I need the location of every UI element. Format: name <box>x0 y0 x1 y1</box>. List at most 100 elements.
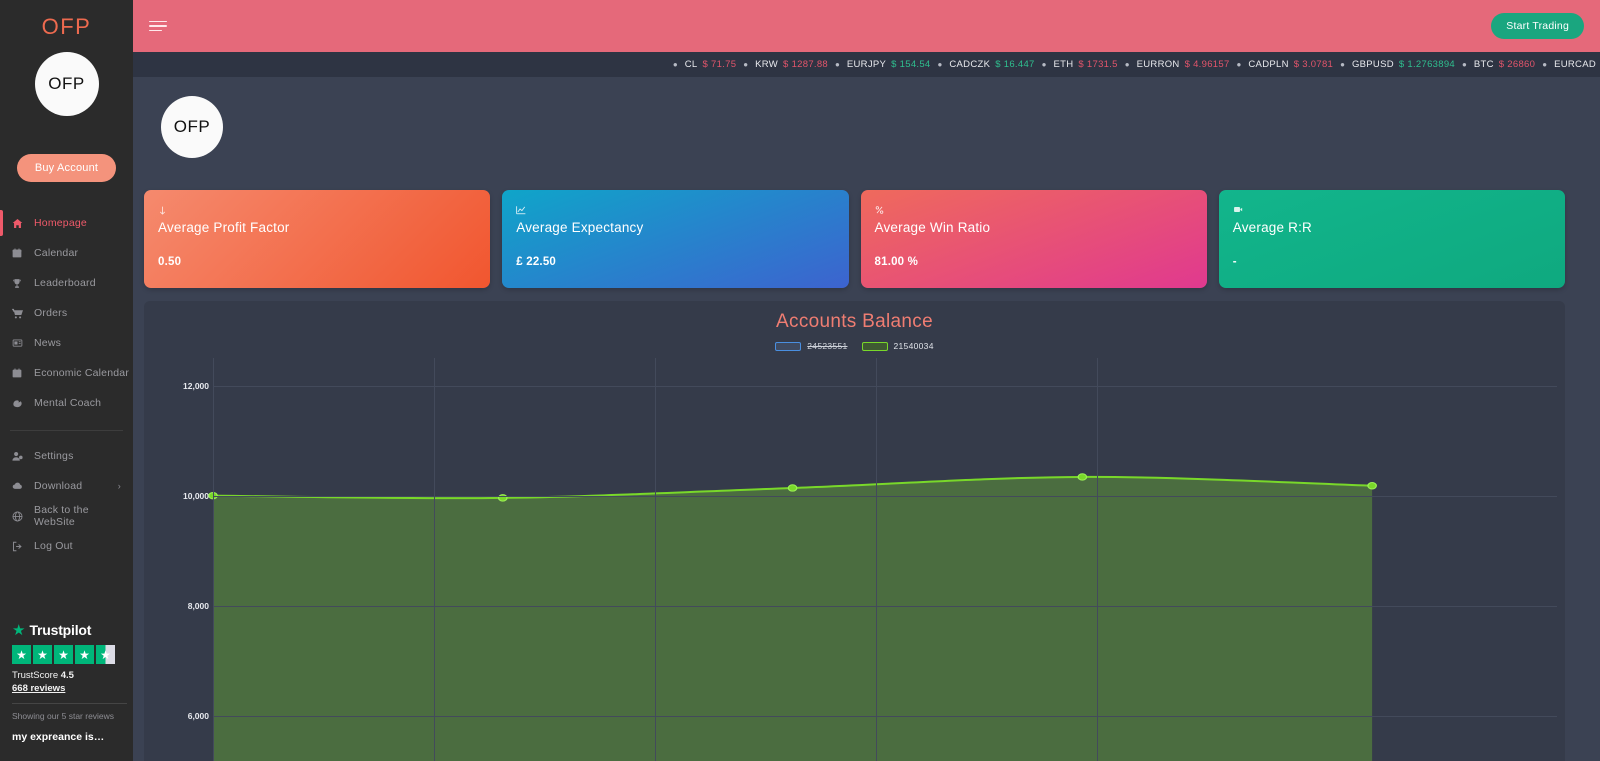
star-icon: ★ <box>12 621 26 639</box>
chart-data-point[interactable] <box>1367 482 1377 490</box>
ticker-item[interactable]: ● EURRON $ 4.96157 <box>1118 59 1230 70</box>
news-icon <box>12 338 28 348</box>
ticker-symbol: CL <box>684 59 698 70</box>
chart-data-point[interactable] <box>1077 473 1088 481</box>
page-avatar: OFP <box>161 96 223 158</box>
ticker-symbol: EURJPY <box>846 59 887 70</box>
calendar-icon <box>12 368 28 378</box>
trustpilot-showing: Showing our 5 star reviews <box>12 711 115 721</box>
legend-item[interactable]: 21540034 <box>861 341 934 351</box>
app-root: OFP OFP Buy Account Homepage Calendar Le… <box>0 0 1600 761</box>
star-icon: ★ <box>75 645 94 664</box>
ticker-item[interactable]: ● EURCAD <box>1535 59 1596 70</box>
calendar-icon <box>12 248 28 258</box>
ticker-item[interactable]: ● EURJPY $ 154.54 <box>828 59 931 70</box>
trustpilot-score: TrustScore 4.5 <box>12 670 127 681</box>
y-axis-tick-label: 10,000 <box>183 490 209 501</box>
kpi-card-value: £ 22.50 <box>516 256 557 268</box>
ticker-value: $ 4.96157 <box>1184 59 1230 70</box>
sidebar-divider <box>10 430 123 431</box>
sidebar-item-log-out[interactable]: Log Out <box>0 531 133 561</box>
market-ticker[interactable]: ● CL $ 71.75 ● KRW $ 1287.88 ● EURJPY $ 154.54 ● C… <box>133 52 1600 77</box>
ticker-value: $ 1287.88 <box>783 59 829 70</box>
grid-line-vertical <box>213 358 214 761</box>
chevron-right-icon[interactable]: › <box>118 481 121 491</box>
kpi-card-average-rr[interactable]: Average R:R - <box>1218 190 1565 288</box>
main-area: Start Trading ● CL $ 71.75 ● KRW $ 1287.88 ● EU… <box>133 0 1600 761</box>
ticker-symbol: ETH <box>1053 59 1074 70</box>
kpi-card-average-win-ratio[interactable]: Average Win Ratio 81.00 % <box>860 190 1207 288</box>
bullet-icon: ● <box>1462 60 1467 69</box>
sidebar: OFP OFP Buy Account Homepage Calendar Le… <box>0 0 133 761</box>
page-content: OFP Average Profit Factor 0.50 Average E… <box>133 77 1600 761</box>
sidebar-item-mental-coach[interactable]: Mental Coach <box>0 388 133 418</box>
avatar: OFP <box>34 52 99 116</box>
video-icon <box>1233 205 1551 216</box>
user-gear-icon <box>12 451 28 462</box>
sidebar-item-label: News <box>34 337 62 349</box>
trustpilot-widget[interactable]: ★ Trustpilot ★ ★ ★ ★ ★ TrustScore 4.5 66… <box>12 622 127 743</box>
ticker-symbol: KRW <box>755 59 779 70</box>
brand-logo: OFP <box>41 14 92 39</box>
sidebar-item-economic-calendar[interactable]: Economic Calendar <box>0 358 133 388</box>
ticker-item[interactable]: ● BTC $ 26860 <box>1455 59 1535 70</box>
grid-line-vertical <box>1097 358 1098 761</box>
y-axis-tick-label: 12,000 <box>183 380 209 391</box>
grid-line-vertical <box>655 358 656 761</box>
sidebar-item-label: Leaderboard <box>34 277 96 289</box>
buy-account-button[interactable]: Buy Account <box>16 154 117 182</box>
chart-data-point[interactable] <box>787 484 798 492</box>
sidebar-item-settings[interactable]: Settings <box>0 441 133 471</box>
sidebar-item-leaderboard[interactable]: Leaderboard <box>0 268 133 298</box>
sidebar-item-label: Download <box>34 480 83 492</box>
trustpilot-reviews-link[interactable]: 668 reviews <box>12 683 127 694</box>
kpi-card-value: - <box>1232 256 1237 268</box>
ticker-item[interactable]: ● CADCZK $ 16.447 <box>931 59 1035 70</box>
sidebar-item-news[interactable]: News <box>0 328 133 358</box>
kpi-card-title: Average Expectancy <box>516 220 644 235</box>
grid-line-vertical <box>876 358 877 761</box>
kpi-card-average-expectancy[interactable]: Average Expectancy £ 22.50 <box>502 190 849 288</box>
grid-line-horizontal <box>213 385 1557 387</box>
y-axis-tick-label: 6,000 <box>187 710 209 721</box>
sidebar-item-back-to-website[interactable]: Back to the WebSite <box>0 501 133 531</box>
kpi-card-title: Average Profit Factor <box>158 220 290 235</box>
kpi-card-title: Average Win Ratio <box>874 220 991 235</box>
sidebar-item-homepage[interactable]: Homepage <box>0 208 133 238</box>
percent-icon <box>875 205 1193 216</box>
kpi-card-title: Average R:R <box>1232 220 1312 235</box>
legend-swatch <box>861 341 888 351</box>
sidebar-item-label: Back to the WebSite <box>34 504 89 528</box>
ticker-item[interactable]: ● CADPLN $ 3.0781 <box>1230 59 1334 70</box>
sidebar-item-orders[interactable]: Orders <box>0 298 133 328</box>
chart-legend: 24523551 21540034 <box>144 341 1565 351</box>
start-trading-button[interactable]: Start Trading <box>1491 13 1584 39</box>
accounts-balance-chart-panel: Accounts Balance 24523551 21540034 12,000… <box>144 301 1565 761</box>
sidebar-item-download[interactable]: Download › <box>0 471 133 501</box>
ticker-value: $ 3.0781 <box>1293 59 1334 70</box>
star-icon: ★ <box>54 645 73 664</box>
kpi-card-average-profit-factor[interactable]: Average Profit Factor 0.50 <box>144 190 491 288</box>
star-icon: ★ <box>12 645 31 664</box>
sidebar-item-label: Mental Coach <box>34 397 102 409</box>
ticker-item[interactable]: ● CL $ 71.75 <box>666 59 736 70</box>
ticker-item[interactable]: ● GBPUSD $ 1.2763894 <box>1333 59 1455 70</box>
ticker-value: $ 1731.5 <box>1078 59 1118 70</box>
ticker-item[interactable]: ● KRW $ 1287.88 <box>736 59 828 70</box>
trustpilot-score-label: TrustScore <box>12 670 59 681</box>
kpi-card-value: 81.00 % <box>874 256 919 268</box>
star-icon: ★ <box>33 645 52 664</box>
sidebar-item-label: Settings <box>34 450 74 462</box>
hamburger-icon[interactable] <box>149 20 167 32</box>
trophy-icon <box>12 278 28 289</box>
bullet-icon: ● <box>672 60 678 69</box>
brain-icon <box>12 398 28 409</box>
legend-item[interactable]: 24523551 <box>775 341 847 351</box>
ticker-item[interactable]: ● ETH $ 1731.5 <box>1035 59 1118 70</box>
chart-y-axis: 12,000 10,000 8,000 6,000 <box>175 358 213 761</box>
grid-line-vertical <box>434 358 435 761</box>
grid-line-horizontal <box>213 495 1557 497</box>
bullet-icon: ● <box>1542 60 1548 69</box>
ticker-symbol: BTC <box>1473 59 1494 70</box>
sidebar-item-calendar[interactable]: Calendar <box>0 238 133 268</box>
